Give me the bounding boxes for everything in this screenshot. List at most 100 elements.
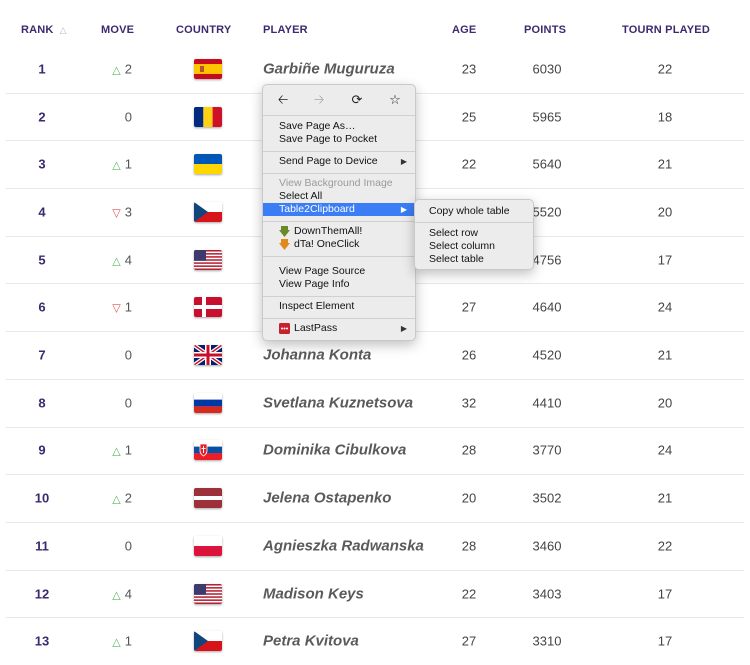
player-name[interactable]: Svetlana Kuznetsova xyxy=(263,394,413,411)
column-header-player[interactable]: PLAYER xyxy=(263,24,308,36)
menu-separator xyxy=(263,173,415,174)
submenu-item-select-column[interactable]: Select column xyxy=(415,240,533,253)
points-cell: 5640 xyxy=(532,156,562,172)
table-row[interactable]: 10 △ 2 Jelena Ostapenko 20 3502 21 xyxy=(6,474,744,523)
menu-item-table2clipboard[interactable]: Table2Clipboard ▶ xyxy=(263,203,415,216)
tourn-played-cell: 24 xyxy=(657,442,673,458)
russia-flag xyxy=(194,392,222,413)
rank-cell: 9 xyxy=(38,442,46,458)
submenu-item-select-table[interactable]: Select table xyxy=(415,253,533,266)
menu-separator xyxy=(263,296,415,297)
player-name[interactable]: Agnieszka Radwanska xyxy=(263,537,424,554)
menu-item-save-to-pocket[interactable]: Save Page to Pocket xyxy=(263,133,415,146)
submenu-arrow-icon: ▶ xyxy=(400,205,407,214)
menu-item-label: Select row xyxy=(429,227,479,239)
rank-cell: 5 xyxy=(38,252,46,268)
context-menu-nav-bar: 🡠 🡢 ⟳ ☆ xyxy=(263,89,415,111)
menu-item-send-to-device[interactable]: Send Page to Device ▶ xyxy=(263,155,415,168)
menu-item-label: Send Page to Device xyxy=(279,155,378,167)
menu-separator xyxy=(263,256,415,257)
player-name[interactable]: Jelena Ostapenko xyxy=(263,490,391,507)
usa-flag xyxy=(194,249,222,270)
menu-item-lastpass[interactable]: LastPass ▶ xyxy=(263,322,415,335)
column-header-points[interactable]: POINTS xyxy=(524,24,566,36)
move-cell: ▽ 3 xyxy=(102,204,132,219)
rank-cell: 12 xyxy=(34,586,50,602)
column-header-country[interactable]: COUNTRY xyxy=(176,24,231,36)
menu-item-label: View Page Source xyxy=(279,265,366,277)
age-cell: 25 xyxy=(461,109,477,125)
menu-item-label: LastPass xyxy=(294,322,338,334)
tourn-played-cell: 17 xyxy=(657,633,673,649)
bookmark-star-icon[interactable]: ☆ xyxy=(385,91,405,109)
sort-ascending-icon[interactable]: △ xyxy=(60,25,67,35)
table-row[interactable]: 9 △ 1 Dominika Cibulkova 28 3770 24 xyxy=(6,427,744,476)
submenu-arrow-icon: ▶ xyxy=(400,324,407,333)
table2clipboard-submenu: Copy whole table Select row Select colum… xyxy=(414,199,534,270)
menu-item-inspect-element[interactable]: Inspect Element xyxy=(263,300,415,313)
tourn-played-cell: 24 xyxy=(657,299,673,315)
forward-icon[interactable]: 🡢 xyxy=(309,91,329,109)
age-cell: 32 xyxy=(461,395,477,411)
age-cell: 27 xyxy=(461,633,477,649)
table-row[interactable]: 13 △ 1 Petra Kvitova 27 3310 17 xyxy=(6,617,744,665)
move-value: 1 xyxy=(124,299,132,315)
player-name[interactable]: Petra Kvitova xyxy=(263,633,359,650)
column-header-age[interactable]: AGE xyxy=(452,24,476,36)
points-cell: 3770 xyxy=(532,442,562,458)
downthemall-icon xyxy=(279,226,290,237)
column-header-tourn-played[interactable]: TOURN PLAYED xyxy=(622,24,710,36)
move-value: 0 xyxy=(124,347,132,363)
move-value: 3 xyxy=(124,204,132,220)
back-icon[interactable]: 🡠 xyxy=(273,91,293,109)
move-cell: △ 1 xyxy=(102,443,132,458)
column-header-rank[interactable]: RANK △ xyxy=(21,24,67,36)
menu-item-dta-oneclick[interactable]: dTa! OneClick xyxy=(263,238,415,251)
move-up-icon: △ xyxy=(112,445,121,458)
table-row[interactable]: 8 0 Svetlana Kuznetsova 32 4410 20 xyxy=(6,379,744,428)
table-row[interactable]: 11 0 Agnieszka Radwanska 28 3460 22 xyxy=(6,522,744,571)
move-cell: △ 2 xyxy=(102,491,132,506)
player-name[interactable]: Johanna Konta xyxy=(263,347,371,364)
reload-icon[interactable]: ⟳ xyxy=(347,91,367,109)
move-up-icon: △ xyxy=(112,159,121,172)
move-value: 2 xyxy=(124,61,132,77)
rank-cell: 3 xyxy=(38,156,46,172)
menu-separator xyxy=(263,318,415,319)
tourn-played-cell: 22 xyxy=(657,538,673,554)
czech-flag xyxy=(194,631,222,652)
player-name[interactable]: Garbiñe Muguruza xyxy=(263,60,395,77)
rank-cell: 1 xyxy=(38,61,46,77)
submenu-arrow-icon: ▶ xyxy=(400,157,407,166)
move-up-icon: △ xyxy=(112,636,121,649)
menu-item-select-all[interactable]: Select All xyxy=(263,190,415,203)
menu-item-view-page-info[interactable]: View Page Info xyxy=(263,278,415,291)
move-cell: 0 xyxy=(102,348,132,363)
menu-item-label: DownThemAll! xyxy=(294,225,363,237)
menu-item-downthemall[interactable]: DownThemAll! xyxy=(263,225,415,238)
menu-item-label: Select table xyxy=(429,253,484,265)
column-header-move[interactable]: MOVE xyxy=(101,24,134,36)
submenu-item-select-row[interactable]: Select row xyxy=(415,227,533,240)
move-value: 4 xyxy=(124,586,132,602)
table-row[interactable]: 12 △ 4 Madison Keys 22 3403 17 xyxy=(6,570,744,619)
tourn-played-cell: 20 xyxy=(657,395,673,411)
tourn-played-cell: 21 xyxy=(657,490,673,506)
tourn-played-cell: 17 xyxy=(657,252,673,268)
rank-cell: 7 xyxy=(38,347,46,363)
player-name[interactable]: Dominika Cibulkova xyxy=(263,442,406,459)
submenu-item-copy-whole-table[interactable]: Copy whole table xyxy=(415,205,533,218)
menu-item-label: Copy whole table xyxy=(429,205,510,217)
menu-item-view-page-source[interactable]: View Page Source xyxy=(263,265,415,278)
tourn-played-cell: 20 xyxy=(657,204,673,220)
move-cell: △ 1 xyxy=(102,157,132,172)
move-cell: △ 2 xyxy=(102,61,132,76)
move-value: 0 xyxy=(124,538,132,554)
czech-flag xyxy=(194,201,222,222)
rank-cell: 6 xyxy=(38,299,46,315)
points-cell: 3403 xyxy=(532,586,562,602)
points-cell: 4410 xyxy=(532,395,562,411)
player-name[interactable]: Madison Keys xyxy=(263,585,364,602)
menu-item-save-page-as[interactable]: Save Page As… xyxy=(263,120,415,133)
move-up-icon: △ xyxy=(112,589,121,602)
